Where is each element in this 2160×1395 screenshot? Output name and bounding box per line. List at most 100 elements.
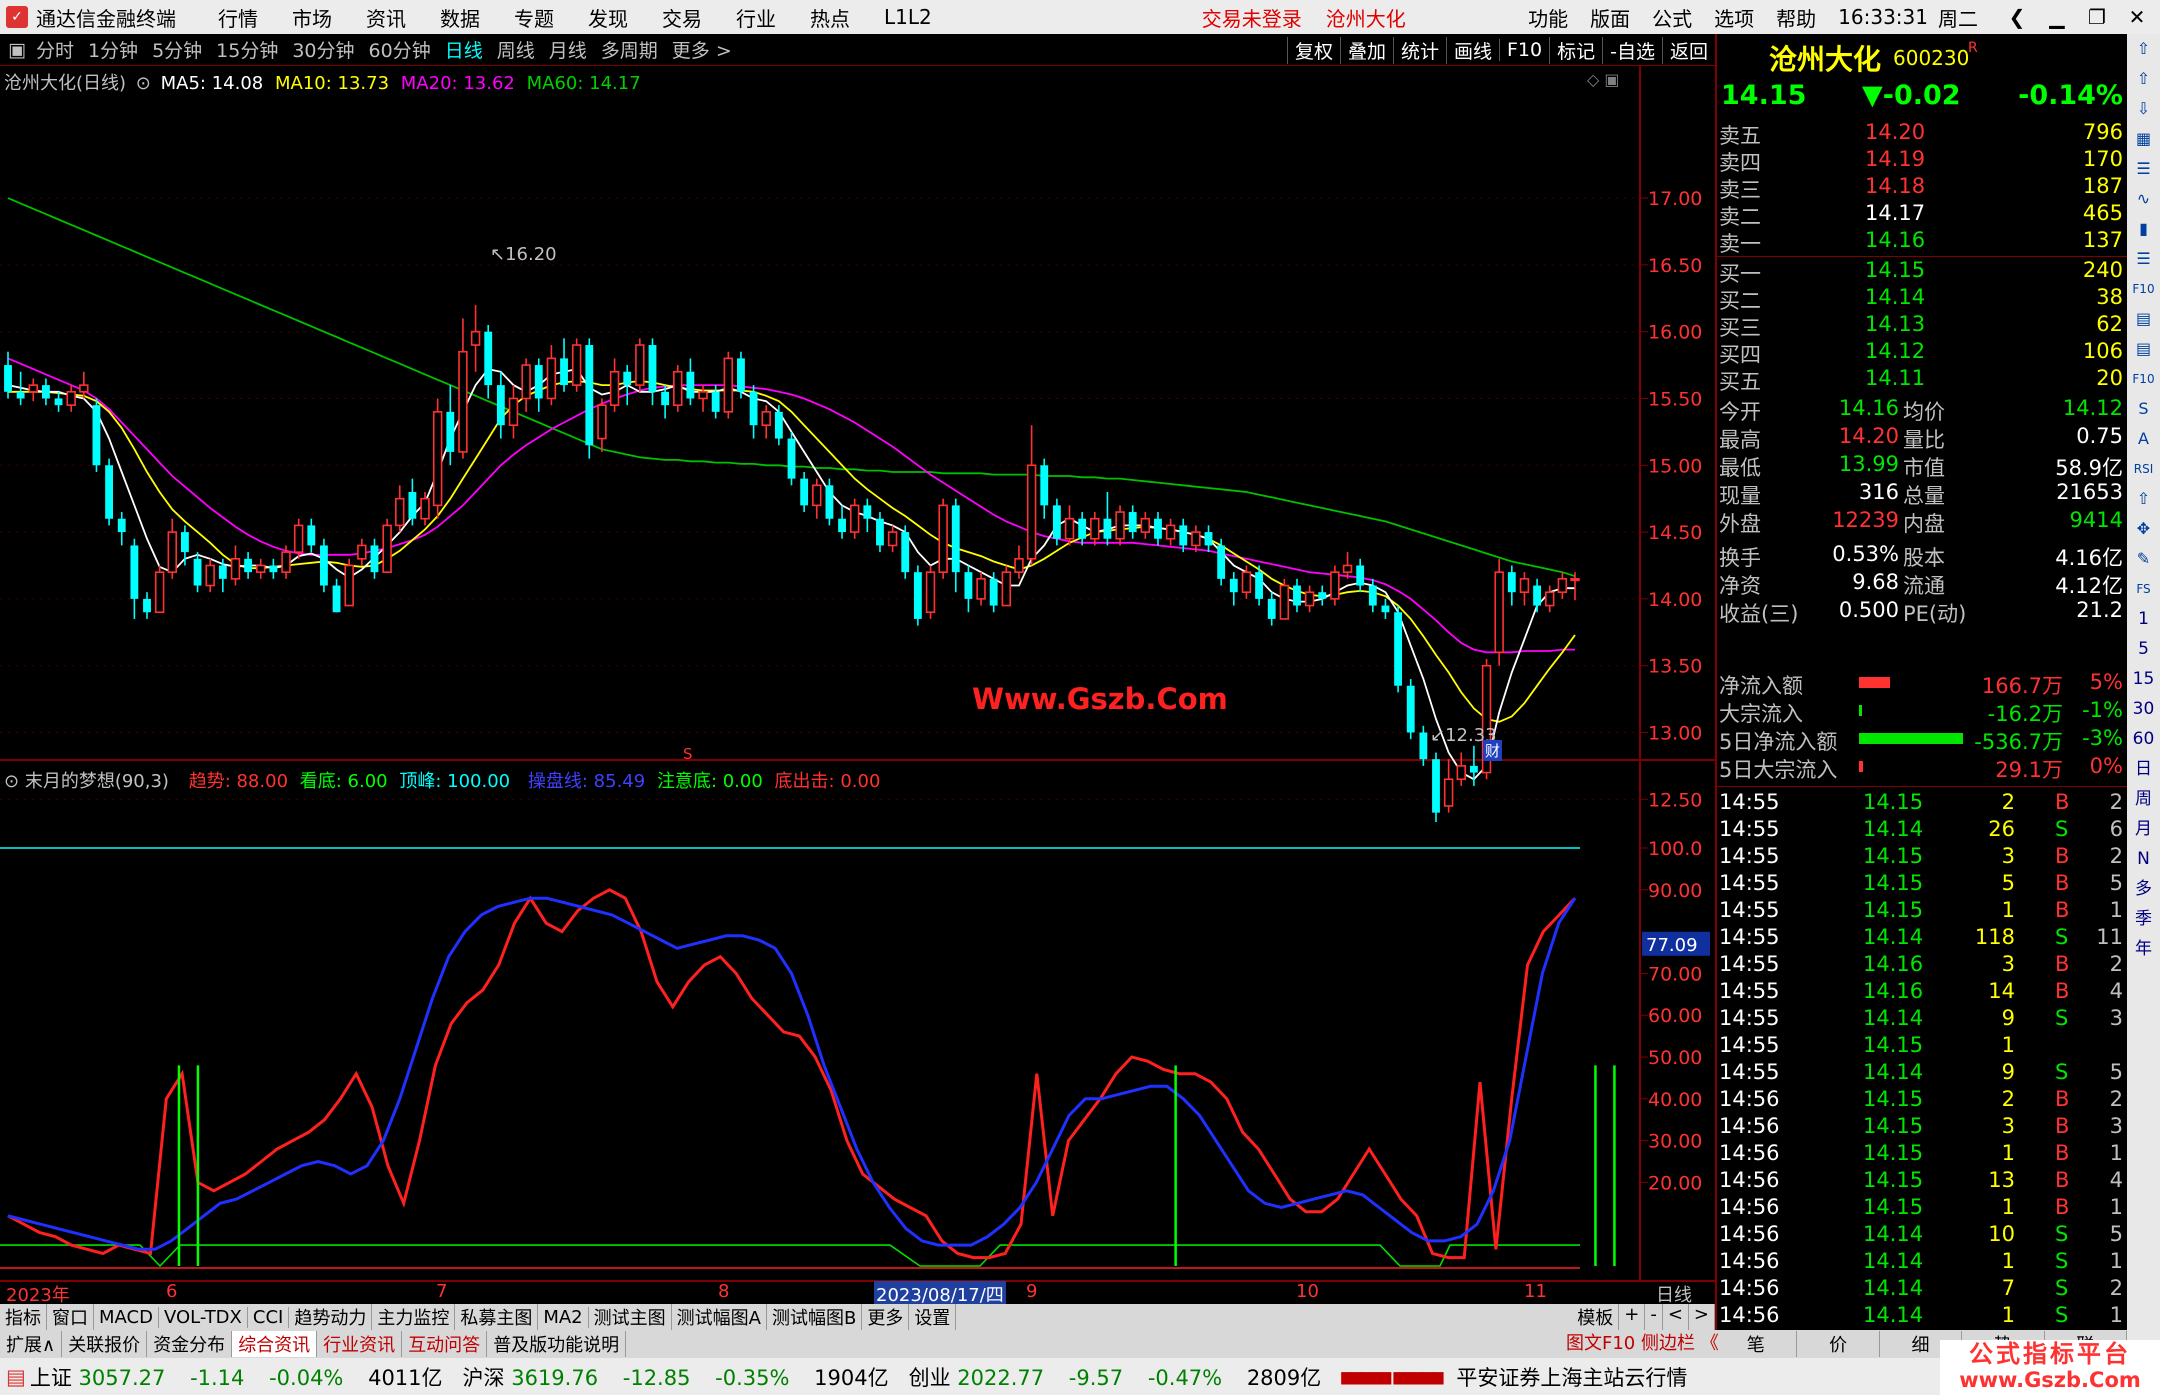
toolbar-toggle-icon[interactable]: ▣	[8, 39, 26, 61]
sidetool-grid-icon[interactable]: ▦	[2127, 124, 2160, 154]
index-shangzheng[interactable]: 上证 3057.27 -1.14 -0.04% 4011亿	[30, 1362, 443, 1392]
sidetool-down-icon[interactable]: ⇩	[2127, 94, 2160, 124]
sidetool-F10-icon[interactable]: F10	[2127, 364, 2160, 394]
sidetool-period-icon[interactable]: 多	[2127, 874, 2160, 904]
scroll-left-button[interactable]: <	[1663, 1304, 1689, 1330]
menu-item-gongshi[interactable]: 公式	[1652, 3, 1692, 32]
minimize-icon[interactable]: ▁	[2040, 5, 2074, 29]
sidetool-pen-icon[interactable]: ✎	[2127, 544, 2160, 574]
fanhui-button[interactable]: 返回	[1661, 36, 1715, 64]
sidetool-list-icon[interactable]: ☰	[2127, 244, 2160, 274]
tab-kuozhan[interactable]: 扩展∧	[0, 1331, 63, 1357]
menu-item-shichang[interactable]: 市场	[292, 3, 332, 32]
menu-item-hangye[interactable]: 行业	[736, 3, 776, 32]
menu-item-jiaoyi[interactable]: 交易	[662, 3, 702, 32]
menu-item-faxian[interactable]: 发现	[588, 3, 628, 32]
period-15min[interactable]: 15分钟	[216, 36, 278, 63]
legend-settings-icon[interactable]: ⊙	[136, 73, 151, 94]
zixuan-button[interactable]: -自选	[1602, 36, 1662, 64]
menu-item-xuanxiang[interactable]: 选项	[1714, 3, 1754, 32]
period-more[interactable]: 更多 >	[672, 36, 732, 63]
zoom-in-button[interactable]: +	[1619, 1304, 1646, 1330]
menu-item-zhuanti[interactable]: 专题	[514, 3, 554, 32]
sidetool-period-icon[interactable]: 周	[2127, 784, 2160, 814]
fuquan-button[interactable]: 复权	[1286, 36, 1340, 64]
menu-item-gongneng[interactable]: 功能	[1528, 3, 1568, 32]
sidetool-period-icon[interactable]: 60	[2127, 724, 2160, 754]
side-links[interactable]: 图文F10 侧边栏 《	[1566, 1330, 1719, 1358]
tab-settings[interactable]: 设置	[909, 1304, 957, 1330]
f10-button[interactable]: F10	[1499, 39, 1549, 61]
tab-qushi[interactable]: 趋势动力	[289, 1304, 373, 1330]
menu-item-shuju[interactable]: 数据	[440, 3, 480, 32]
tab-zhibiao[interactable]: 指标	[0, 1304, 47, 1330]
biaoji-button[interactable]: 标记	[1549, 36, 1602, 64]
menu-item-bangzhu[interactable]: 帮助	[1776, 3, 1816, 32]
tab-guanlian[interactable]: 关联报价	[62, 1331, 148, 1357]
sidetool-period-icon[interactable]: 日	[2127, 754, 2160, 784]
sidetool-up-icon[interactable]: ⇧	[2127, 64, 2160, 94]
tab-vol[interactable]: VOL-TDX	[159, 1306, 248, 1328]
close-icon[interactable]: ✕	[2120, 5, 2154, 29]
sidetool-RSI-icon[interactable]: RSI	[2127, 454, 2160, 484]
restore-icon[interactable]: ❐	[2080, 5, 2114, 29]
sidetool-period-icon[interactable]: 15	[2127, 664, 2160, 694]
sidetool-list-icon[interactable]: ☰	[2127, 154, 2160, 184]
sidetool-A-icon[interactable]: A	[2127, 424, 2160, 454]
sidetool-S-icon[interactable]: S	[2127, 394, 2160, 424]
period-daily[interactable]: 日线	[445, 36, 483, 63]
tab-ceshi-main[interactable]: 测试主图	[589, 1304, 672, 1330]
tab-cci[interactable]: CCI	[248, 1306, 290, 1328]
sidetool-period-icon[interactable]: N	[2127, 844, 2160, 874]
menu-item-l1l2[interactable]: L1L2	[884, 5, 932, 29]
sidetool-period-icon[interactable]: 30	[2127, 694, 2160, 724]
sidetool-doc-icon[interactable]: ▤	[2127, 304, 2160, 334]
indicator-settings-icon[interactable]: ⊙	[4, 771, 19, 792]
sidetool-period-icon[interactable]: 季	[2127, 904, 2160, 934]
sidetool-period-icon[interactable]: 1	[2127, 604, 2160, 634]
period-multi[interactable]: 多周期	[601, 36, 658, 63]
menu-item-redian[interactable]: 热点	[810, 3, 850, 32]
tab-hudong[interactable]: 互动问答	[402, 1331, 488, 1357]
index-hushen[interactable]: 沪深 3619.76 -12.85 -0.35% 1904亿	[463, 1362, 889, 1392]
sidetool-move-icon[interactable]: ✥	[2127, 514, 2160, 544]
tab-zonghe[interactable]: 综合资讯	[232, 1331, 318, 1357]
tab-zijin[interactable]: 资金分布	[147, 1331, 233, 1357]
tab-hangye-zixun[interactable]: 行业资讯	[317, 1331, 403, 1357]
sidetool-period-icon[interactable]: 5	[2127, 634, 2160, 664]
tab-puji[interactable]: 普及版功能说明	[487, 1331, 627, 1357]
kline-chart[interactable]: 17.00 16.50 16.00 15.50 15.00 14.50 14.00 13.50…	[0, 66, 1715, 1291]
zoom-out-button[interactable]: -	[1645, 1304, 1663, 1330]
sidetool-F10-icon[interactable]: F10	[2127, 274, 2160, 304]
period-30min[interactable]: 30分钟	[292, 36, 354, 63]
period-monthly[interactable]: 月线	[549, 36, 587, 63]
tab-chuangkou[interactable]: 窗口	[47, 1304, 94, 1330]
menu-item-zixun[interactable]: 资讯	[366, 3, 406, 32]
huaxian-button[interactable]: 画线	[1445, 36, 1499, 64]
tab-ma2[interactable]: MA2	[538, 1306, 589, 1328]
tab-more[interactable]: 更多	[862, 1304, 910, 1330]
diejia-button[interactable]: 叠加	[1339, 36, 1393, 64]
tab-simu[interactable]: 私募主图	[455, 1304, 539, 1330]
login-status[interactable]: 交易未登录	[1202, 3, 1302, 32]
sidetool-period-icon[interactable]: 年	[2127, 934, 2160, 964]
sidetool-up-icon[interactable]: ⇧	[2127, 34, 2160, 64]
period-weekly[interactable]: 周线	[497, 36, 535, 63]
sidetool-line-icon[interactable]: ∿	[2127, 184, 2160, 214]
sidetool-period-icon[interactable]: 月	[2127, 814, 2160, 844]
sidetool-FS-icon[interactable]: FS	[2127, 574, 2160, 604]
sidetool-up-icon[interactable]: ⇧	[2127, 484, 2160, 514]
sidetool-kline-icon[interactable]: ▮	[2127, 214, 2160, 244]
tab-macd[interactable]: MACD	[94, 1306, 159, 1328]
period-fenshi[interactable]: 分时	[36, 36, 74, 63]
qtab-jia[interactable]: 价	[1797, 1331, 1880, 1357]
sidetool-doc-icon[interactable]: ▤	[2127, 334, 2160, 364]
tongji-button[interactable]: 统计	[1392, 36, 1446, 64]
menu-item-banmian[interactable]: 版面	[1590, 3, 1630, 32]
qtab-bi[interactable]: 笔	[1715, 1331, 1798, 1357]
tab-zhuli[interactable]: 主力监控	[372, 1304, 456, 1330]
template-button[interactable]: 模板	[1572, 1304, 1620, 1330]
period-60min[interactable]: 60分钟	[369, 36, 431, 63]
tab-ceshi-a[interactable]: 测试幅图A	[672, 1304, 767, 1330]
chart-corner-icons[interactable]: ◇ ▣	[1587, 70, 1620, 89]
